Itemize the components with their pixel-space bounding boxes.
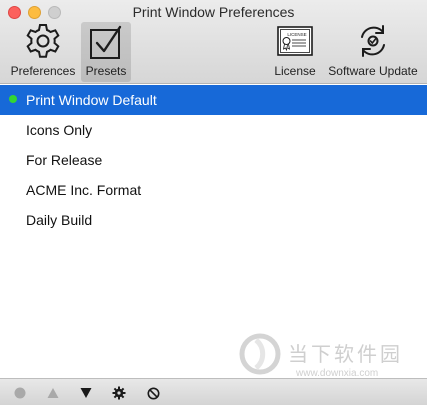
- preset-label: Daily Build: [26, 212, 93, 228]
- move-up-button[interactable]: [45, 385, 61, 401]
- prohibited-icon: [147, 387, 159, 399]
- sync-update-icon: [361, 25, 385, 57]
- bottom-bar: [0, 378, 427, 405]
- add-circle-icon: [14, 387, 26, 399]
- preset-label: Print Window Default: [26, 92, 157, 108]
- preset-label: ACME Inc. Format: [26, 182, 142, 198]
- move-down-button[interactable]: [78, 385, 94, 401]
- toolbar-license-button[interactable]: LICENSE License: [271, 22, 319, 80]
- license-certificate-icon: LICENSE: [277, 26, 313, 56]
- preset-row[interactable]: ACME Inc. Format: [0, 175, 427, 205]
- add-preset-button[interactable]: [12, 385, 28, 401]
- watermark-text: 当下软件园: [288, 344, 403, 366]
- license-badge-text: LICENSE: [287, 32, 306, 37]
- preset-row[interactable]: For Release: [0, 145, 427, 175]
- move-up-icon: [47, 388, 59, 398]
- toolbar-preferences-label: Preferences: [10, 64, 76, 78]
- checkbox-check-icon: [90, 25, 122, 59]
- toolbar-presets-button[interactable]: Presets: [81, 22, 131, 82]
- title-toolbar: Print Window Preferences Preferences Pre…: [0, 0, 427, 84]
- default-indicator-dot: [9, 95, 17, 103]
- disable-button[interactable]: [145, 385, 161, 401]
- settings-button[interactable]: [111, 385, 127, 401]
- preset-label: For Release: [26, 152, 103, 168]
- window-title: Print Window Preferences: [132, 4, 295, 20]
- preset-row[interactable]: Icons Only: [0, 115, 427, 145]
- toolbar-preferences-button[interactable]: Preferences: [6, 22, 80, 80]
- gear-icon: [26, 24, 60, 58]
- watermark-logo-icon: [239, 333, 281, 375]
- move-down-icon: [80, 388, 92, 398]
- preferences-window: Print Window Preferences Preferences Pre…: [0, 0, 427, 405]
- toolbar-software-update-button[interactable]: Software Update: [323, 22, 423, 80]
- preset-label: Icons Only: [26, 122, 93, 138]
- toolbar-presets-label: Presets: [85, 64, 127, 78]
- gear-icon: [112, 386, 126, 400]
- watermark: 当下软件园 www.downxia.com: [238, 328, 413, 384]
- toolbar-software-update-label: Software Update: [328, 64, 418, 78]
- preset-row[interactable]: Daily Build: [0, 205, 427, 235]
- preset-row[interactable]: Print Window Default: [0, 85, 427, 115]
- toolbar-license-label: License: [274, 64, 316, 78]
